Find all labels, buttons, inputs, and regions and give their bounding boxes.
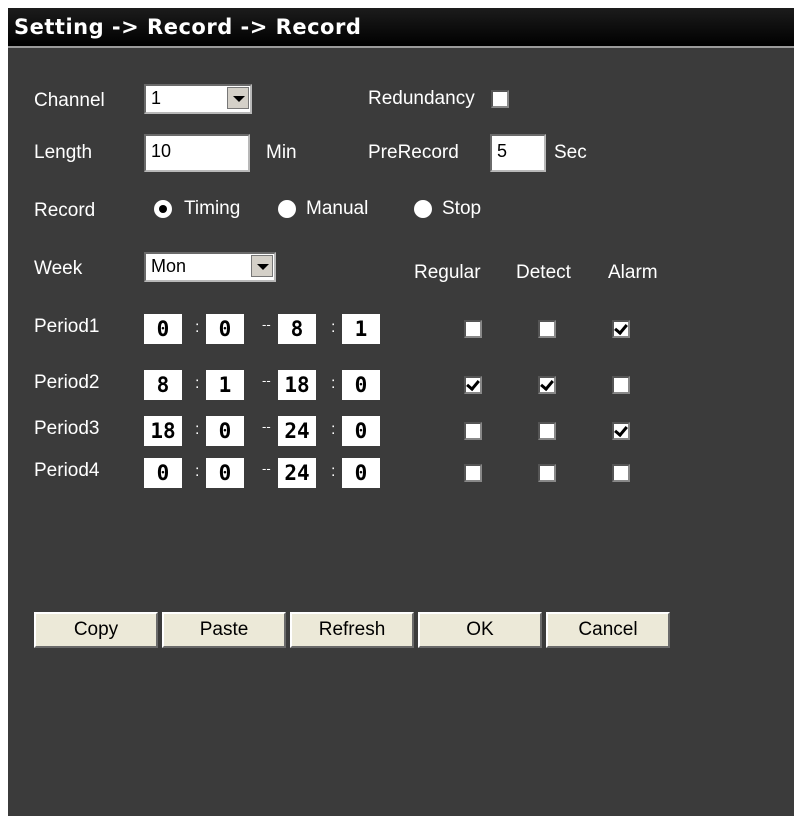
period-regular-checkbox[interactable] xyxy=(464,422,482,440)
copy-button[interactable]: Copy xyxy=(34,612,158,648)
period-time-start-h[interactable]: 8 xyxy=(144,370,182,400)
period-time-start-h[interactable]: 18 xyxy=(144,416,182,446)
period-label: Period3 xyxy=(34,418,100,439)
period-time-end-h[interactable]: 8 xyxy=(278,314,316,344)
length-input[interactable]: 10 xyxy=(144,134,250,172)
time-colon: : xyxy=(331,463,336,480)
period-time-start-m[interactable]: 0 xyxy=(206,314,244,344)
week-select[interactable]: Mon xyxy=(144,252,276,282)
radio-manual-label: Manual xyxy=(306,198,369,219)
period-time-end-h[interactable]: 18 xyxy=(278,370,316,400)
channel-label: Channel xyxy=(34,90,105,111)
time-colon: : xyxy=(331,421,336,438)
period-time-end-h[interactable]: 24 xyxy=(278,416,316,446)
time-range-dash: -- xyxy=(262,317,271,332)
period-detect-checkbox[interactable] xyxy=(538,464,556,482)
radio-timing-label: Timing xyxy=(184,198,241,219)
ok-button[interactable]: OK xyxy=(418,612,542,648)
redundancy-checkbox[interactable] xyxy=(491,90,509,108)
period-alarm-checkbox[interactable] xyxy=(612,422,630,440)
period-time-start-m[interactable]: 1 xyxy=(206,370,244,400)
period-time-end-h[interactable]: 24 xyxy=(278,458,316,488)
time-colon: : xyxy=(331,319,336,336)
radio-stop-label: Stop xyxy=(442,198,482,219)
record-settings-window: Setting -> Record -> Record Channel 1 Re… xyxy=(8,8,794,816)
time-range-dash: -- xyxy=(262,373,271,388)
column-detect: Detect xyxy=(516,262,571,283)
period-time-start-m[interactable]: 0 xyxy=(206,458,244,488)
period-time-end-m[interactable]: 1 xyxy=(342,314,380,344)
time-range-dash: -- xyxy=(262,461,271,476)
period-time-start-h[interactable]: 0 xyxy=(144,314,182,344)
channel-select[interactable]: 1 xyxy=(144,84,252,114)
window-title: Setting -> Record -> Record xyxy=(14,15,362,39)
period-time-start-h[interactable]: 0 xyxy=(144,458,182,488)
chevron-down-icon[interactable] xyxy=(251,255,273,277)
length-value: 10 xyxy=(151,141,172,161)
period-alarm-checkbox[interactable] xyxy=(612,376,630,394)
period-detect-checkbox[interactable] xyxy=(538,422,556,440)
length-unit: Min xyxy=(266,142,297,163)
column-regular: Regular xyxy=(414,262,481,283)
period-time-end-m[interactable]: 0 xyxy=(342,458,380,488)
week-label: Week xyxy=(34,258,83,279)
prerecord-value: 5 xyxy=(497,141,508,161)
title-bar: Setting -> Record -> Record xyxy=(8,8,794,48)
period-alarm-checkbox[interactable] xyxy=(612,464,630,482)
time-colon: : xyxy=(195,463,200,480)
time-range-dash: -- xyxy=(262,419,271,434)
period-time-end-m[interactable]: 0 xyxy=(342,416,380,446)
time-colon: : xyxy=(195,421,200,438)
time-colon: : xyxy=(195,319,200,336)
period-label: Period2 xyxy=(34,372,100,393)
record-label: Record xyxy=(34,200,96,221)
paste-button[interactable]: Paste xyxy=(162,612,286,648)
period-alarm-checkbox[interactable] xyxy=(612,320,630,338)
period-time-end-m[interactable]: 0 xyxy=(342,370,380,400)
column-alarm: Alarm xyxy=(608,262,658,283)
period-time-start-m[interactable]: 0 xyxy=(206,416,244,446)
refresh-button[interactable]: Refresh xyxy=(290,612,414,648)
prerecord-unit: Sec xyxy=(554,142,587,163)
period-label: Period4 xyxy=(34,460,100,481)
radio-timing[interactable] xyxy=(154,200,172,218)
channel-value: 1 xyxy=(151,88,162,108)
week-value: Mon xyxy=(151,256,187,276)
time-colon: : xyxy=(331,375,336,392)
time-colon: : xyxy=(195,375,200,392)
period-regular-checkbox[interactable] xyxy=(464,376,482,394)
prerecord-input[interactable]: 5 xyxy=(490,134,546,172)
chevron-down-icon[interactable] xyxy=(227,87,249,109)
period-label: Period1 xyxy=(34,316,100,337)
length-label: Length xyxy=(34,142,93,163)
period-detect-checkbox[interactable] xyxy=(538,376,556,394)
radio-manual[interactable] xyxy=(278,200,296,218)
radio-stop[interactable] xyxy=(414,200,432,218)
period-regular-checkbox[interactable] xyxy=(464,464,482,482)
period-regular-checkbox[interactable] xyxy=(464,320,482,338)
period-detect-checkbox[interactable] xyxy=(538,320,556,338)
cancel-button[interactable]: Cancel xyxy=(546,612,670,648)
redundancy-label: Redundancy xyxy=(368,88,475,109)
prerecord-label: PreRecord xyxy=(368,142,459,163)
